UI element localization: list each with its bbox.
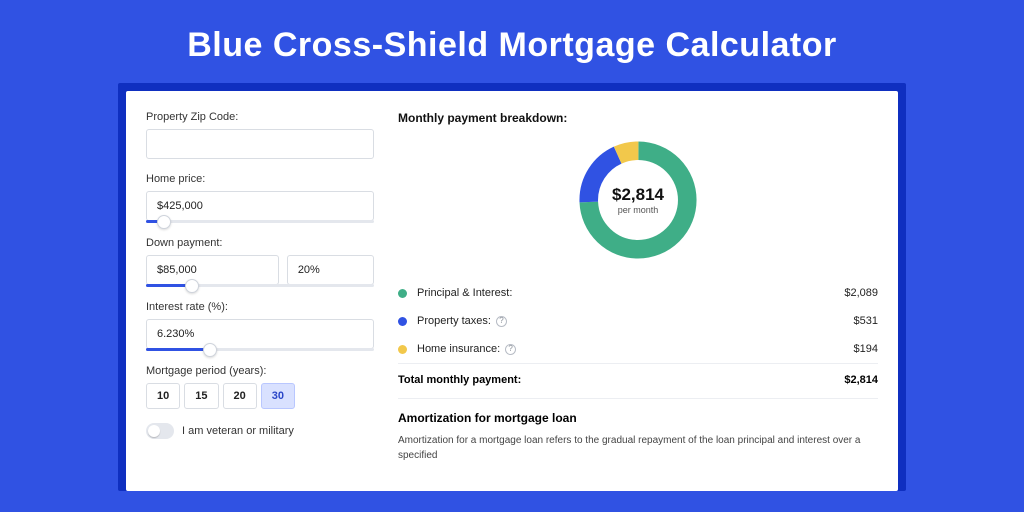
legend-row-home-insurance: Home insurance: ? $194 xyxy=(398,335,878,363)
breakdown-column: Monthly payment breakdown: $2,814 per mo… xyxy=(392,111,878,491)
total-row: Total monthly payment: $2,814 xyxy=(398,363,878,398)
home-price-label: Home price: xyxy=(146,173,374,185)
interest-rate-field: Interest rate (%): xyxy=(146,301,374,351)
breakdown-heading: Monthly payment breakdown: xyxy=(398,111,878,125)
interest-rate-input[interactable] xyxy=(146,319,374,349)
breakdown-legend: Principal & Interest: $2,089 Property ta… xyxy=(398,279,878,363)
legend-value-principal-interest: $2,089 xyxy=(844,287,878,299)
zip-input[interactable] xyxy=(146,129,374,159)
period-option-30[interactable]: 30 xyxy=(261,383,295,409)
legend-row-property-taxes: Property taxes: ? $531 xyxy=(398,307,878,335)
mortgage-period-field: Mortgage period (years): 10 15 20 30 xyxy=(146,365,374,409)
home-price-input[interactable] xyxy=(146,191,374,221)
home-price-slider[interactable] xyxy=(146,220,374,223)
calculator-panel-frame: Property Zip Code: Home price: Down paym… xyxy=(118,83,906,491)
veteran-toggle-label: I am veteran or military xyxy=(182,425,294,437)
veteran-toggle[interactable] xyxy=(146,423,174,439)
home-price-field: Home price: xyxy=(146,173,374,223)
legend-row-principal-interest: Principal & Interest: $2,089 xyxy=(398,279,878,307)
donut-center-sub: per month xyxy=(612,205,664,215)
zip-label: Property Zip Code: xyxy=(146,111,374,123)
veteran-toggle-knob xyxy=(148,425,160,437)
interest-rate-slider-fill xyxy=(146,348,210,351)
info-icon[interactable]: ? xyxy=(496,316,507,327)
amortization-heading: Amortization for mortgage loan xyxy=(398,411,878,425)
calculator-panel: Property Zip Code: Home price: Down paym… xyxy=(126,91,898,491)
down-payment-label: Down payment: xyxy=(146,237,374,249)
info-icon[interactable]: ? xyxy=(505,344,516,355)
legend-dot-principal-interest xyxy=(398,289,407,298)
donut-center: $2,814 per month xyxy=(612,185,664,215)
amortization-body: Amortization for a mortgage loan refers … xyxy=(398,433,878,463)
down-payment-slider-thumb[interactable] xyxy=(185,279,199,293)
period-option-10[interactable]: 10 xyxy=(146,383,180,409)
total-label: Total monthly payment: xyxy=(398,374,844,386)
home-price-slider-thumb[interactable] xyxy=(157,215,171,229)
interest-rate-label: Interest rate (%): xyxy=(146,301,374,313)
legend-label-home-insurance: Home insurance: xyxy=(417,343,500,355)
donut-chart: $2,814 per month xyxy=(573,135,703,265)
down-payment-field: Down payment: xyxy=(146,237,374,287)
down-payment-percent-input[interactable] xyxy=(287,255,374,285)
down-payment-amount-input[interactable] xyxy=(146,255,279,285)
mortgage-period-options: 10 15 20 30 xyxy=(146,383,374,409)
inputs-column: Property Zip Code: Home price: Down paym… xyxy=(146,111,392,491)
legend-label-property-taxes: Property taxes: xyxy=(417,315,491,327)
legend-value-property-taxes: $531 xyxy=(854,315,878,327)
total-value: $2,814 xyxy=(844,374,878,386)
donut-center-amount: $2,814 xyxy=(612,185,664,205)
page-title: Blue Cross-Shield Mortgage Calculator xyxy=(0,0,1024,83)
period-option-20[interactable]: 20 xyxy=(223,383,257,409)
mortgage-period-label: Mortgage period (years): xyxy=(146,365,374,377)
legend-dot-home-insurance xyxy=(398,345,407,354)
down-payment-slider[interactable] xyxy=(146,284,374,287)
legend-value-home-insurance: $194 xyxy=(854,343,878,355)
amortization-section: Amortization for mortgage loan Amortizat… xyxy=(398,398,878,463)
veteran-toggle-row: I am veteran or military xyxy=(146,423,374,439)
donut-chart-area: $2,814 per month xyxy=(398,129,878,275)
zip-field: Property Zip Code: xyxy=(146,111,374,159)
legend-dot-property-taxes xyxy=(398,317,407,326)
period-option-15[interactable]: 15 xyxy=(184,383,218,409)
interest-rate-slider[interactable] xyxy=(146,348,374,351)
interest-rate-slider-thumb[interactable] xyxy=(203,343,217,357)
legend-label-principal-interest: Principal & Interest: xyxy=(417,287,512,299)
